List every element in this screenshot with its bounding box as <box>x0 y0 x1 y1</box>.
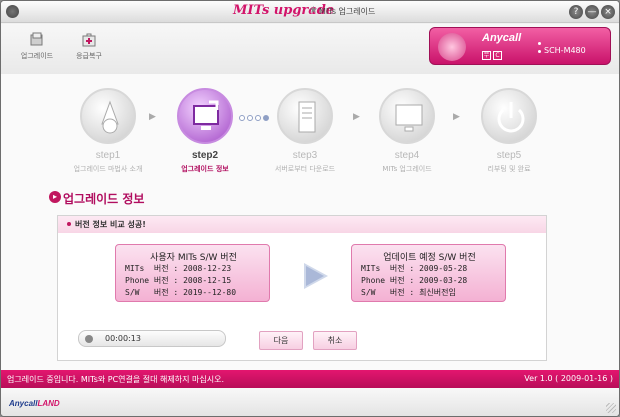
star-icon: ★ <box>309 5 318 16</box>
power-icon <box>481 88 537 144</box>
step-label: MITs 업그레이드 <box>382 165 432 173</box>
dot-icon <box>239 115 245 121</box>
step-arrow-icon: ▶ <box>453 112 460 122</box>
panel-header-text: 버전 정보 비교 성공! <box>75 220 146 229</box>
target-version-box: 업데이트 예정 S/W 버전 MITs 버전 : 2009-05-28 Phon… <box>351 244 506 302</box>
current-sw-version: S/W 버전 : 2019--12-80 <box>125 288 237 297</box>
step-label: 업그레이드 마법사 소개 <box>73 165 143 173</box>
step-label: 서버로부터 다운로드 <box>274 165 336 173</box>
current-mits-version: MITs 버전 : 2008-12-23 <box>125 264 232 273</box>
dot-icon <box>247 115 253 121</box>
bullet-icon <box>67 222 71 226</box>
version-label: Ver 1.0 ( 2009-01-16 ) <box>524 374 613 383</box>
resize-grip-icon[interactable] <box>606 403 616 413</box>
emergency-tool-label: 응급복구 <box>76 52 102 60</box>
compare-arrow-inner <box>306 266 324 286</box>
section-title: 업그레이드 정보 <box>63 192 145 206</box>
app-logo-icon <box>6 5 19 18</box>
current-phone-version: Phone 버전 : 2008-12-15 <box>125 276 232 285</box>
device-card: Anycall SCH-M480 무 C <box>429 27 611 65</box>
monitor-icon <box>379 88 435 144</box>
server-icon <box>277 88 333 144</box>
anycall-land-logo: AnycallLAND <box>9 399 60 408</box>
panel-header: 버전 정보 비교 성공! <box>58 216 546 233</box>
step-3: step3 서버로부터 다운로드 <box>265 88 345 174</box>
device-chip: C <box>493 51 502 60</box>
title-bar[interactable]: MITs upgrade ★ MITs 업그레이드 ? — × <box>1 1 619 23</box>
progress-timer: 00:00:13 <box>78 330 226 347</box>
target-phone-version: Phone 버전 : 2009-03-28 <box>361 276 468 285</box>
step-4: step4 MITs 업그레이드 <box>367 88 447 174</box>
step-name: step1 <box>95 150 121 161</box>
step-label: 리부팅 및 완료 <box>487 165 531 173</box>
step-name: step4 <box>394 150 420 161</box>
current-version-box: 사용자 MITs S/W 버전 MITs 버전 : 2008-12-23 Pho… <box>115 244 270 302</box>
next-button[interactable]: 다음 <box>259 331 303 350</box>
footer-brand-b: LAND <box>37 399 60 408</box>
footer: AnycallLAND <box>1 388 619 416</box>
device-brand: Anycall <box>482 32 522 44</box>
upgrade-icon <box>30 32 43 46</box>
minimize-button[interactable]: — <box>585 5 599 19</box>
status-bar: 업그레이드 중입니다. MITs와 PC연결을 절대 해제하지 마십시오. Ve… <box>1 370 619 388</box>
timer-icon <box>85 335 93 343</box>
step-name: step5 <box>496 150 522 161</box>
app-subtitle: MITs 업그레이드 <box>319 7 376 16</box>
target-mits-version: MITs 버전 : 2009-05-28 <box>361 264 468 273</box>
arrow-circle-icon: ▸ <box>49 191 61 203</box>
step-2: step2 업그레이드 정보 <box>165 88 245 174</box>
cancel-button[interactable]: 취소 <box>313 331 357 350</box>
footer-brand-a: Anycall <box>9 399 38 408</box>
indicator-dot <box>538 42 541 45</box>
close-button[interactable]: × <box>601 5 615 19</box>
step-name: step3 <box>292 150 318 161</box>
wizard-icon <box>80 88 136 144</box>
upgrade-tool-label: 업그레이드 <box>20 52 54 60</box>
upgrade-tool-button[interactable]: 업그레이드 <box>17 32 57 61</box>
target-version-title: 업데이트 예정 S/W 버전 <box>383 253 476 263</box>
step-arrow-icon: ▶ <box>353 112 360 122</box>
elapsed-time: 00:00:13 <box>105 334 141 343</box>
app-window: MITs upgrade ★ MITs 업그레이드 ? — × 업그레이드 응급… <box>0 0 620 417</box>
emergency-tool-button[interactable]: 응급복구 <box>69 32 109 61</box>
step-arrow-icon: ▶ <box>149 112 156 122</box>
device-model: SCH-M480 <box>544 46 586 55</box>
target-sw-version: S/W 버전 : 최신버전임 <box>361 288 456 297</box>
step-label: 업그레이드 정보 <box>181 165 229 173</box>
version-panel: 버전 정보 비교 성공! 사용자 MITs S/W 버전 MITs 버전 : 2… <box>57 215 547 361</box>
phone-icon <box>438 33 466 61</box>
first-aid-icon <box>82 33 96 47</box>
step-5: step5 리부팅 및 완료 <box>469 88 549 174</box>
main-area: step1 업그레이드 마법사 소개 ▶ step2 업그레이드 정보 step… <box>1 74 619 370</box>
step-1: step1 업그레이드 마법사 소개 <box>68 88 148 174</box>
upgrade-monitor-icon <box>177 88 233 144</box>
help-button[interactable]: ? <box>569 5 583 19</box>
step-name: step2 <box>191 150 219 161</box>
current-version-title: 사용자 MITs S/W 버전 <box>150 253 237 263</box>
indicator-dot <box>538 50 541 53</box>
status-message: 업그레이드 중입니다. MITs와 PC연결을 절대 해제하지 마십시오. <box>7 375 225 384</box>
dot-icon <box>255 115 261 121</box>
device-chip: 무 <box>482 51 491 60</box>
